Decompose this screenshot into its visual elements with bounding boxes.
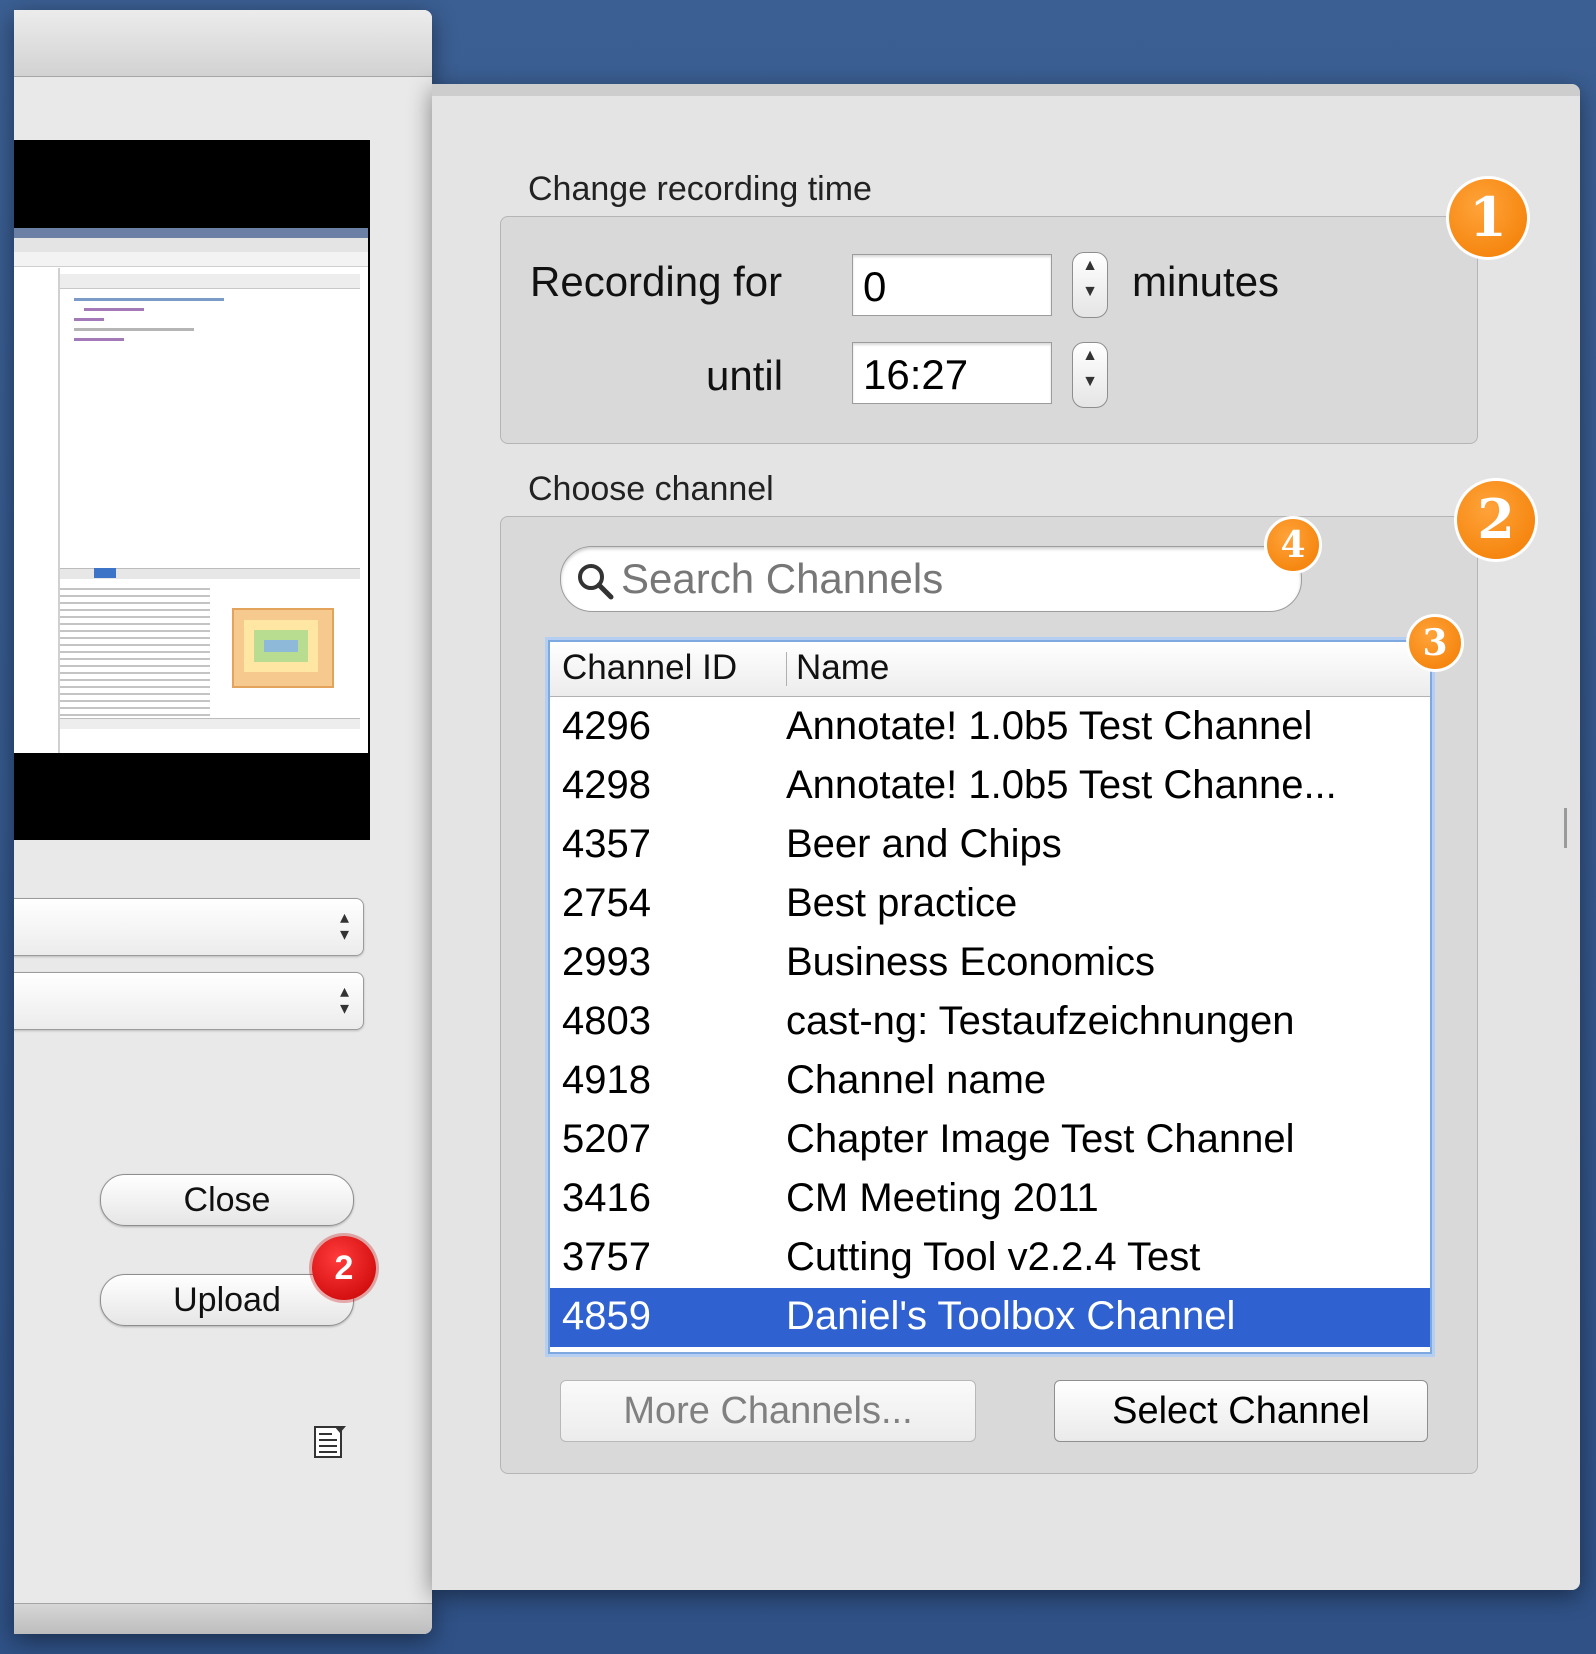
channel-id-cell: 5207 <box>562 1117 651 1161</box>
table-row[interactable]: 5207 Chapter Image Test Channel <box>550 1111 1430 1170</box>
table-row[interactable]: 2993 Business Economics <box>550 934 1430 993</box>
table-row[interactable]: 4298 Annotate! 1.0b5 Test Channe... <box>550 757 1430 816</box>
channel-id-cell: 2993 <box>562 940 651 984</box>
channel-name-cell: Beer and Chips <box>786 822 1062 866</box>
upload-window: ▴ ▾ ▴ ▾ Close Upload 2 <box>14 10 432 1634</box>
table-row[interactable]: 4357 Beer and Chips <box>550 816 1430 875</box>
channel-id-cell: 2754 <box>562 881 651 925</box>
preview-menubar <box>14 228 368 238</box>
close-button[interactable]: Close <box>100 1174 354 1226</box>
document-list-icon[interactable] <box>312 1424 348 1460</box>
search-channels-input[interactable]: Search Channels <box>560 546 1302 612</box>
preview-screen-image <box>14 228 368 753</box>
popup-select-2[interactable]: ▴ ▾ <box>14 972 364 1030</box>
channel-id-cell: 4803 <box>562 999 651 1043</box>
select-channel-button[interactable]: Select Channel <box>1054 1380 1428 1442</box>
channel-name-cell: Cutting Tool v2.2.4 Test <box>786 1235 1201 1279</box>
step-4-badge: 4 <box>1264 516 1322 574</box>
channel-name-cell: Best practice <box>786 881 1018 925</box>
channel-id-cell: 4296 <box>562 704 651 748</box>
table-row[interactable]: 4859 Daniel's Toolbox Channel <box>550 1288 1430 1347</box>
preview-box-content <box>264 640 298 652</box>
step-1-badge: 1 <box>1446 176 1530 260</box>
upload-step-badge: 2 <box>312 1236 376 1300</box>
channel-name-cell: Chapter Image Test Channel <box>786 1117 1295 1161</box>
channel-name-cell: cast-ng: Testaufzeichnungen <box>786 999 1295 1043</box>
preview-css-text <box>60 588 210 718</box>
recording-group-title: Change recording time <box>528 170 872 208</box>
channel-id-cell: 4298 <box>562 763 651 807</box>
column-divider[interactable] <box>786 652 787 686</box>
channel-name-cell: Annotate! 1.0b5 Test Channel <box>786 704 1313 748</box>
until-time-stepper[interactable]: ▲ ▼ <box>1072 342 1108 408</box>
step-2-badge: 2 <box>1454 478 1538 562</box>
recording-group-box <box>500 216 1478 444</box>
step-3-badge: 3 <box>1406 614 1464 672</box>
channel-id-cell: 4859 <box>562 1294 651 1338</box>
channel-id-cell: 3757 <box>562 1235 651 1279</box>
preview-devtools-header <box>60 274 360 289</box>
search-placeholder: Search Channels <box>621 555 944 602</box>
table-header: Channel ID Name <box>550 642 1430 697</box>
table-row[interactable]: 2754 Best practice <box>550 875 1430 934</box>
left-window-titlebar[interactable] <box>14 10 432 77</box>
minutes-label: minutes <box>1132 258 1280 305</box>
preview-body-badge <box>94 568 116 578</box>
table-row[interactable]: 4918 Channel name <box>550 1052 1430 1111</box>
popup-arrows-icon: ▴ ▾ <box>339 907 349 944</box>
resize-handle[interactable] <box>1564 808 1567 848</box>
preview-toolbar <box>14 252 368 267</box>
recording-for-label: Recording for <box>530 258 783 305</box>
preview-code-line <box>84 308 144 311</box>
channel-name-cell: Daniel's Toolbox Channel <box>786 1294 1236 1338</box>
popup-select-1[interactable]: ▴ ▾ <box>14 898 364 956</box>
preview-tabs <box>14 238 368 253</box>
preview-code-line <box>74 298 224 301</box>
preview-code-line <box>74 328 194 331</box>
minutes-stepper[interactable]: ▲ ▼ <box>1072 252 1108 318</box>
preview-code-line <box>74 318 104 321</box>
column-header-name[interactable]: Name <box>796 648 889 688</box>
preview-code-line <box>74 338 124 341</box>
channel-table[interactable]: Channel ID Name 4296 Annotate! 1.0b5 Test… <box>548 640 1432 1354</box>
table-row[interactable]: 3416 CM Meeting 2011 <box>550 1170 1430 1229</box>
channel-name-cell: Annotate! 1.0b5 Test Channe... <box>786 763 1337 807</box>
channel-id-cell: 4918 <box>562 1058 651 1102</box>
channel-name-cell: CM Meeting 2011 <box>786 1176 1099 1220</box>
popup-arrows-icon: ▴ ▾ <box>339 981 349 1018</box>
search-icon <box>578 564 614 600</box>
screen-preview <box>14 140 370 840</box>
preview-console-bar <box>60 718 360 729</box>
more-channels-button[interactable]: More Channels... <box>560 1380 976 1442</box>
minutes-input[interactable]: 0 <box>852 254 1052 316</box>
channel-group-title: Choose channel <box>528 470 774 508</box>
table-row[interactable]: 4803 cast-ng: Testaufzeichnungen <box>550 993 1430 1052</box>
channel-id-cell: 3416 <box>562 1176 651 1220</box>
channel-name-cell: Channel name <box>786 1058 1047 1102</box>
table-row[interactable]: 3757 Cutting Tool v2.2.4 Test <box>550 1229 1430 1288</box>
left-window-bottombar <box>14 1603 432 1634</box>
channel-id-cell: 4357 <box>562 822 651 866</box>
column-header-channel-id[interactable]: Channel ID <box>562 648 737 688</box>
channel-name-cell: Business Economics <box>786 940 1156 984</box>
until-time-input[interactable]: 16:27 <box>852 342 1052 404</box>
until-label: until <box>706 352 784 399</box>
table-row[interactable]: 4296 Annotate! 1.0b5 Test Channel <box>550 698 1430 757</box>
